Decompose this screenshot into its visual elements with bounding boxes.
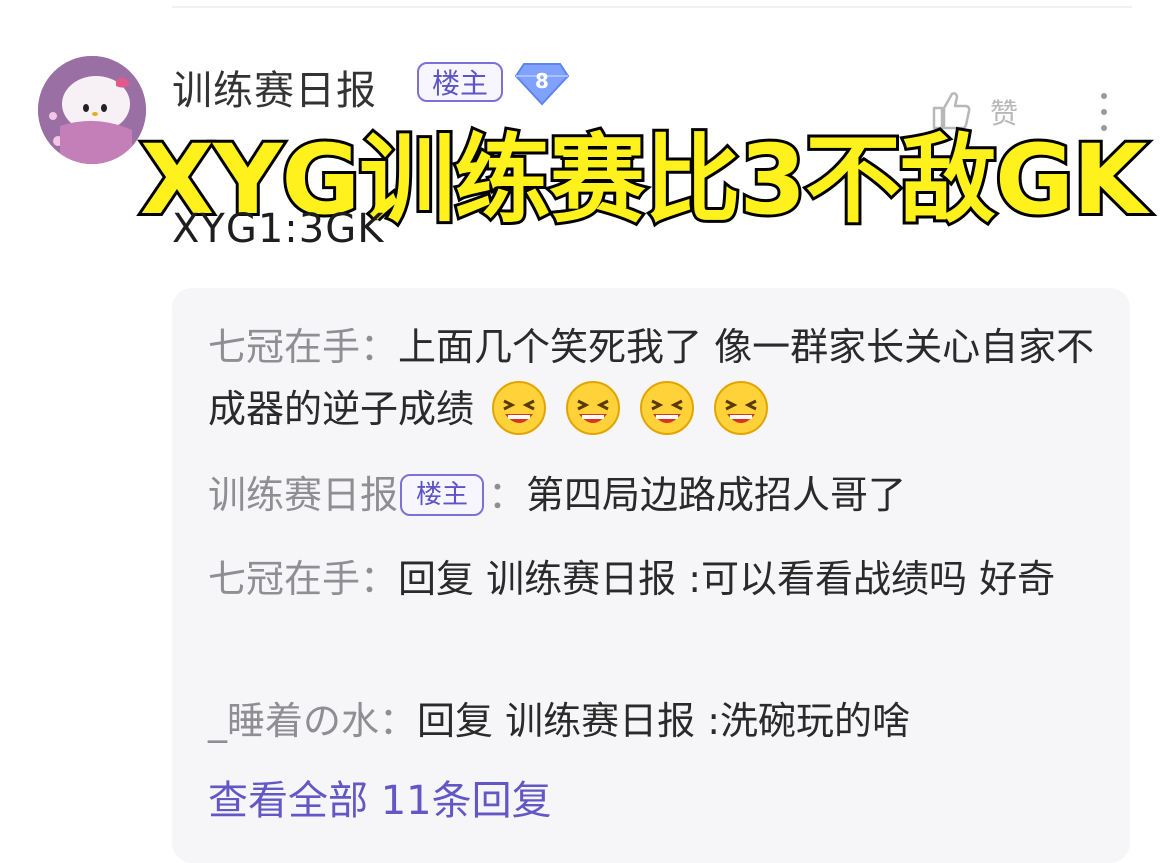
reply-separator: ：	[379, 699, 418, 743]
reply-separator: ：	[360, 557, 399, 601]
reply-text: 回复 训练赛日报 :洗碗玩的啥	[417, 699, 910, 743]
reply-author[interactable]: 七冠在手	[208, 557, 360, 601]
view-all-replies-link[interactable]: 查看全部 11条回复	[208, 768, 552, 826]
level-badge: 8	[514, 60, 570, 106]
host-badge: 楼主	[417, 62, 503, 102]
laughing-emoji-group	[474, 380, 770, 435]
laughing-emoji-icon	[714, 380, 769, 435]
reply-separator: ：	[360, 325, 399, 369]
reply-item[interactable]: 七冠在手：回复 训练赛日报 :可以看看战绩吗 好奇	[208, 548, 1098, 610]
post-body-text: XYG1:3GK	[172, 206, 385, 252]
reply-text: 第四局边路成招人哥了	[526, 473, 907, 517]
user-avatar[interactable]	[38, 56, 146, 164]
reply-item[interactable]: 七冠在手：上面几个笑死我了 像一群家长关心自家不成器的逆子成绩	[208, 316, 1098, 445]
host-badge: 楼主	[400, 473, 485, 516]
reply-author[interactable]: 七冠在手	[208, 325, 360, 369]
reply-text: 回复 训练赛日报 :可以看看战绩吗 好奇	[398, 557, 1056, 601]
reply-separator: ：	[488, 473, 527, 517]
replies-panel: 七冠在手：上面几个笑死我了 像一群家长关心自家不成器的逆子成绩 训练赛日报 楼主：…	[172, 288, 1130, 863]
level-number: 8	[535, 69, 549, 93]
laughing-emoji-icon	[566, 380, 621, 435]
reply-author[interactable]: 训练赛日报	[208, 473, 398, 517]
laughing-emoji-icon	[640, 380, 695, 435]
reply-item[interactable]: _睡着の水：回复 训练赛日报 :洗碗玩的啥	[208, 690, 1098, 752]
top-divider	[172, 6, 1132, 8]
reply-author[interactable]: _睡着の水	[208, 699, 379, 743]
avatar-image	[38, 56, 146, 164]
laughing-emoji-icon	[492, 380, 547, 435]
reply-item[interactable]: 训练赛日报 楼主 ：第四局边路成招人哥了	[208, 464, 1098, 526]
